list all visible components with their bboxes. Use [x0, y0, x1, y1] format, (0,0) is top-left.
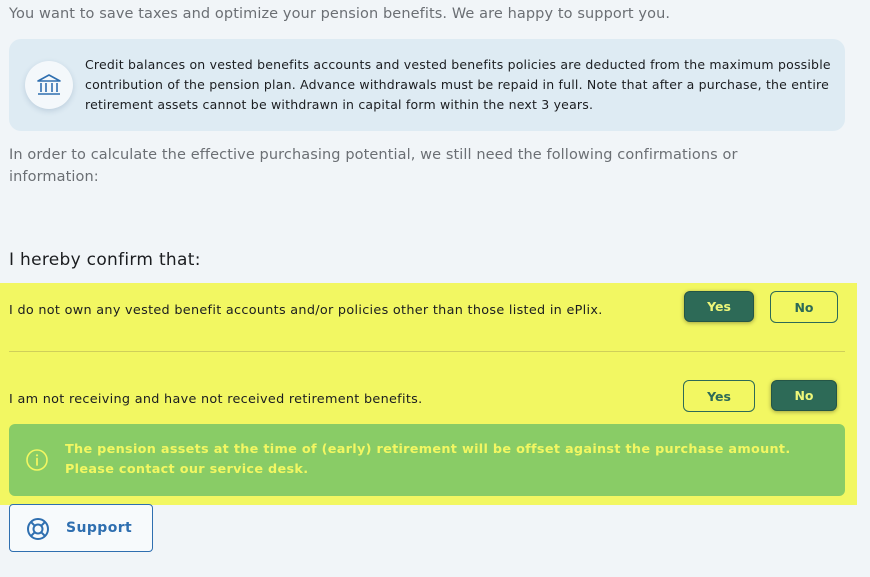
calc-text: In order to calculate the effective purc…: [9, 147, 738, 185]
intro-text: You want to save taxes and optimize your…: [9, 6, 671, 22]
notice-box: The pension assets at the time of (early…: [9, 424, 845, 496]
info-text: Credit balances on vested benefits accou…: [85, 57, 831, 112]
lifebuoy-icon: [26, 517, 50, 545]
notice-text: The pension assets at the time of (early…: [65, 442, 791, 477]
question-text: I am not receiving and have not received…: [9, 392, 423, 407]
no-button[interactable]: No: [770, 291, 838, 323]
bank-icon: [25, 61, 73, 109]
support-label: Support: [66, 520, 133, 536]
no-button[interactable]: No: [771, 380, 837, 411]
question-row-vested-accounts: I do not own any vested benefit accounts…: [9, 291, 845, 331]
question-text: I do not own any vested benefit accounts…: [9, 303, 603, 318]
yes-button[interactable]: Yes: [683, 380, 755, 412]
confirm-heading: I hereby confirm that:: [9, 250, 201, 270]
question-row-retirement-benefits: I am not receiving and have not received…: [9, 380, 845, 420]
support-button[interactable]: Support: [9, 504, 153, 552]
yes-button[interactable]: Yes: [684, 291, 754, 322]
info-box: Credit balances on vested benefits accou…: [9, 39, 845, 131]
divider: [9, 351, 845, 352]
info-icon: [25, 448, 49, 476]
